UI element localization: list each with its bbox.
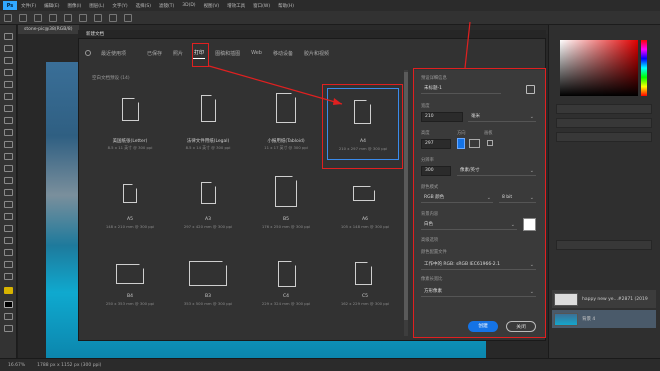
annotation-arrow (464, 21, 471, 69)
annotation-arrow (208, 65, 343, 105)
arrow-head-icon (333, 98, 342, 105)
annotation-arrows (208, 21, 471, 105)
